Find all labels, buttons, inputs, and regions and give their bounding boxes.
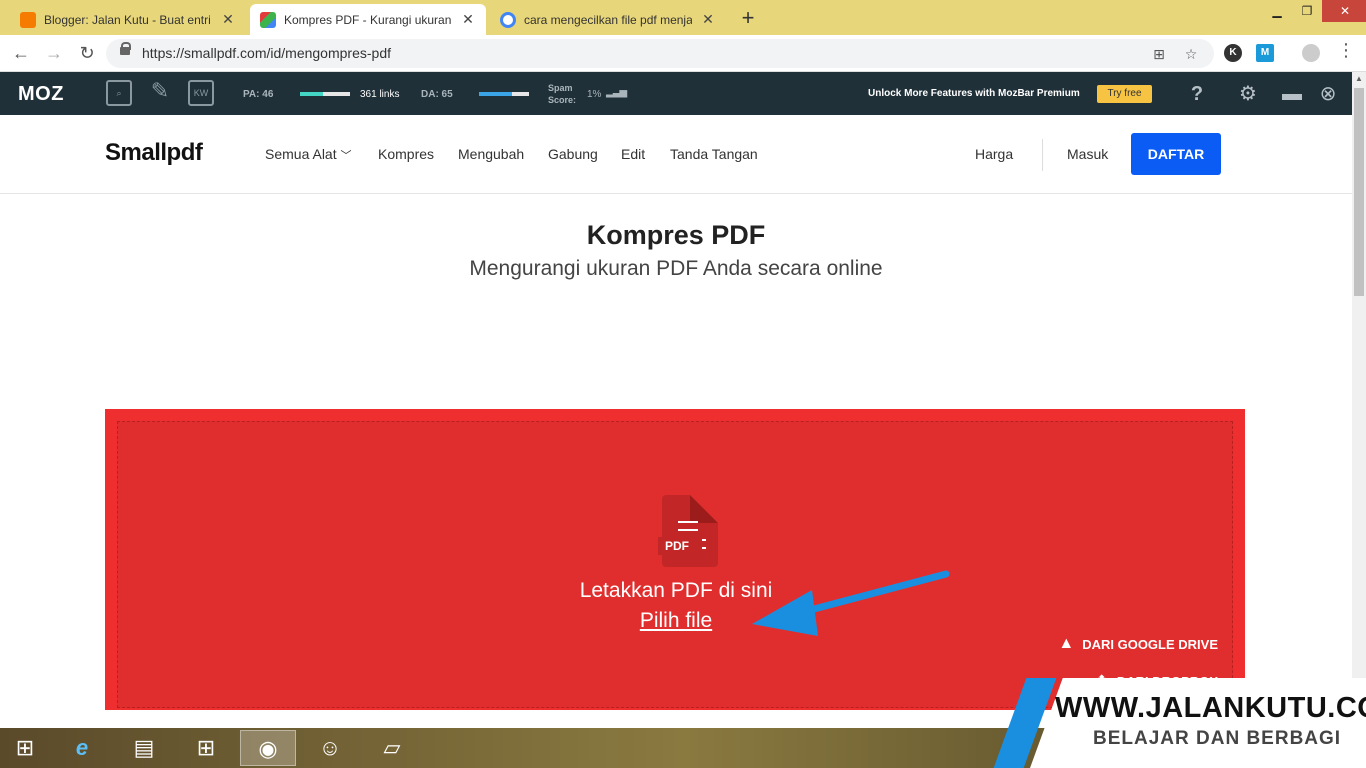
- tab-blogger[interactable]: Blogger: Jalan Kutu - Buat entri ✕: [10, 4, 246, 35]
- login-link[interactable]: Masuk: [1067, 146, 1108, 162]
- da-bar: [479, 92, 529, 96]
- tab-title: cara mengecilkan file pdf menjad: [524, 12, 692, 27]
- pdf-file-icon: PDF: [658, 495, 718, 567]
- cat-app-icon[interactable]: ☺: [302, 730, 358, 766]
- menu-kebab-icon[interactable]: ⋮: [1334, 39, 1358, 63]
- watermark-title: WWW.JALANKUTU.COM: [1055, 692, 1366, 724]
- browser-toolbar: ← → ↻ https://smallpdf.com/id/mengompres…: [0, 35, 1366, 72]
- scroll-thumb[interactable]: [1354, 88, 1364, 296]
- mozbar: MOZ ⌕ ✎ KW PA: 46 361 links DA: 65 Spam S…: [0, 72, 1352, 115]
- tab-smallpdf[interactable]: Kompres PDF - Kurangi ukuran P ✕: [250, 4, 486, 35]
- tab-title: Blogger: Jalan Kutu - Buat entri: [44, 12, 211, 27]
- dropzone-inner[interactable]: PDF Letakkan PDF di sini Pilih file ▲ DA…: [117, 421, 1233, 708]
- drop-instruction: Letakkan PDF di sini: [579, 579, 773, 602]
- window-controls: ▁ ❐ ✕: [1262, 0, 1366, 22]
- gear-icon[interactable]: ⚙: [1236, 82, 1260, 106]
- pdf-line: [702, 547, 706, 549]
- windows-start-icon[interactable]: ⊞: [0, 730, 50, 766]
- minimize-icon[interactable]: ▁: [1262, 0, 1292, 22]
- google-favicon-icon: [500, 11, 516, 28]
- translate-icon[interactable]: ⊞: [1150, 45, 1168, 63]
- google-drive-icon: ▲: [1058, 635, 1075, 652]
- nav-harga[interactable]: Harga: [975, 146, 1013, 162]
- moz-logo: MOZ: [18, 83, 64, 105]
- google-drive-button[interactable]: ▲ DARI GOOGLE DRIVE: [1058, 635, 1218, 653]
- tab-google[interactable]: cara mengecilkan file pdf menjad ✕: [490, 4, 726, 35]
- page-scrollbar[interactable]: ▲: [1352, 72, 1366, 728]
- close-icon[interactable]: ✕: [700, 11, 716, 28]
- page-analysis-icon[interactable]: ⌕: [106, 80, 132, 106]
- pdf-tag: PDF: [658, 537, 696, 555]
- watermark-subtitle: BELAJAR DAN BERBAGI: [1093, 728, 1342, 749]
- back-icon[interactable]: ←: [9, 42, 33, 66]
- scroll-up-icon[interactable]: ▲: [1352, 72, 1366, 86]
- annotation-arrow-icon: [752, 570, 950, 636]
- nav-kompres[interactable]: Kompres: [378, 146, 434, 162]
- profile-avatar-icon[interactable]: [1302, 44, 1320, 62]
- store-icon[interactable]: ⊞: [178, 730, 234, 766]
- nav-gabung[interactable]: Gabung: [548, 146, 598, 162]
- spam-label-line1: Spam: [548, 83, 573, 93]
- google-drive-label: DARI GOOGLE DRIVE: [1082, 636, 1218, 652]
- premium-text: Unlock More Features with MozBar Premium: [868, 88, 1080, 99]
- internet-explorer-icon[interactable]: e: [54, 730, 110, 766]
- nav-semua-alat[interactable]: Semua Alat ﹀: [265, 146, 352, 163]
- da-label: DA: 65: [421, 89, 453, 100]
- nav-divider: [1042, 139, 1043, 171]
- signup-button[interactable]: DAFTAR: [1131, 133, 1221, 175]
- notes-app-icon[interactable]: ▱: [364, 730, 420, 766]
- smallpdf-logo[interactable]: Smallpdf: [105, 139, 203, 167]
- pdf-fold: [690, 495, 718, 523]
- keyword-icon[interactable]: KW: [188, 80, 214, 106]
- restore-icon[interactable]: ❐: [1292, 0, 1322, 22]
- url-text[interactable]: https://smallpdf.com/id/mengompres-pdf: [142, 45, 391, 61]
- pdf-line: [702, 539, 706, 541]
- pa-bar: [300, 92, 350, 96]
- nav-edit[interactable]: Edit: [621, 146, 645, 162]
- site-header: Smallpdf Semua Alat ﹀ Kompres Mengubah G…: [0, 115, 1352, 194]
- address-bar[interactable]: https://smallpdf.com/id/mengompres-pdf ⊞…: [106, 39, 1214, 68]
- chrome-icon[interactable]: ◉: [240, 730, 296, 766]
- lock-icon: [120, 42, 131, 59]
- page-subtitle: Mengurangi ukuran PDF Anda secara online: [469, 257, 883, 280]
- links-count[interactable]: 361 links: [360, 89, 399, 100]
- file-explorer-icon[interactable]: ▤: [116, 730, 172, 766]
- forward-icon[interactable]: →: [42, 42, 66, 66]
- pencil-icon[interactable]: ✎: [147, 80, 173, 106]
- spam-value: 1%: [587, 89, 602, 100]
- new-tab-button[interactable]: +: [737, 6, 759, 30]
- nav-mengubah[interactable]: Mengubah: [458, 146, 524, 162]
- window-close-icon[interactable]: ✕: [1322, 0, 1366, 22]
- pdf-line: [678, 521, 698, 523]
- help-icon[interactable]: ?: [1185, 82, 1209, 106]
- nav-tanda-tangan[interactable]: Tanda Tangan: [670, 146, 758, 162]
- file-dropzone[interactable]: PDF Letakkan PDF di sini Pilih file ▲ DA…: [105, 409, 1245, 710]
- browser-tabstrip: Blogger: Jalan Kutu - Buat entri ✕ Kompr…: [0, 0, 1366, 35]
- close-icon[interactable]: ✕: [460, 11, 476, 28]
- hamburger-icon[interactable]: ▬: [1280, 82, 1304, 106]
- spam-label: Spam Score:: [548, 82, 576, 106]
- bookmark-star-icon[interactable]: ☆: [1182, 45, 1200, 63]
- pa-label: PA: 46: [243, 89, 274, 100]
- try-free-button[interactable]: Try free: [1097, 85, 1152, 103]
- reload-icon[interactable]: ↻: [75, 42, 99, 66]
- close-icon[interactable]: ✕: [220, 11, 236, 28]
- extension-k-icon[interactable]: K: [1224, 44, 1242, 62]
- chevron-down-icon: ﹀: [340, 150, 352, 162]
- blogger-favicon-icon: [20, 11, 36, 28]
- extension-m-icon[interactable]: M: [1256, 44, 1274, 62]
- nav-label: Semua Alat: [265, 146, 337, 162]
- spam-label-line2: Score:: [548, 95, 577, 105]
- smallpdf-favicon-icon: [260, 11, 276, 28]
- choose-file-link[interactable]: Pilih file: [118, 609, 1234, 633]
- spam-bars-icon: ▂▃▅: [606, 87, 627, 98]
- pdf-line: [678, 529, 698, 531]
- page-title: Kompres PDF: [586, 220, 766, 250]
- moz-close-icon[interactable]: ⊗: [1316, 82, 1340, 106]
- tab-title: Kompres PDF - Kurangi ukuran P: [284, 12, 452, 27]
